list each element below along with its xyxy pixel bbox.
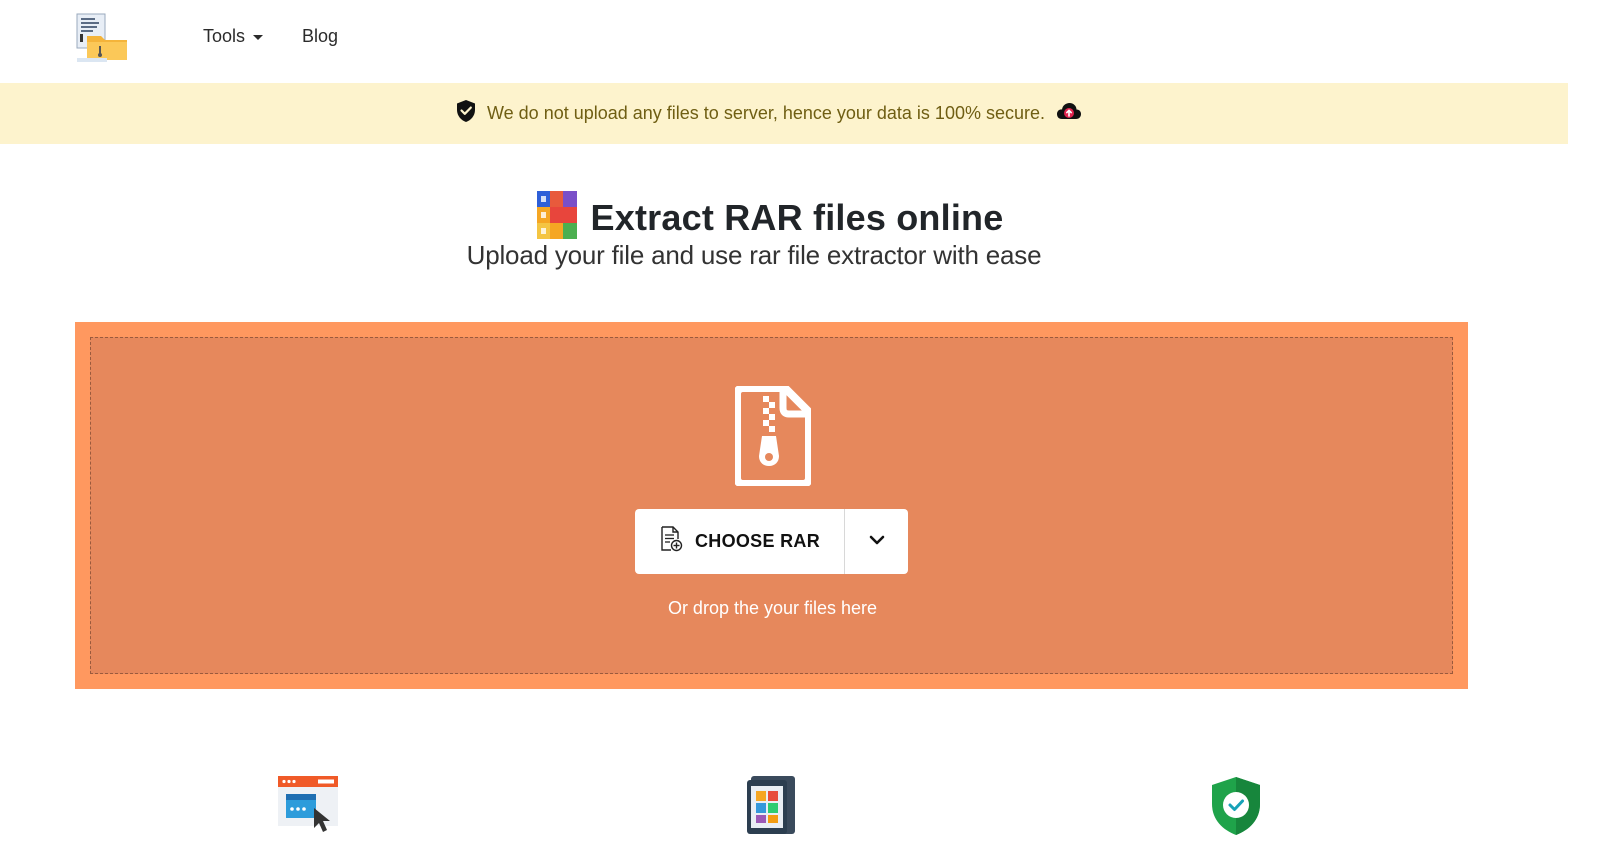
- choose-file-button-group: CHOOSE RAR: [635, 509, 908, 574]
- blog-link[interactable]: Blog: [302, 26, 338, 47]
- navbar: Tools Blog: [0, 0, 1568, 83]
- browser-click-icon: [278, 776, 340, 841]
- shield-icon: [455, 99, 477, 128]
- rar-archive-icon: [535, 190, 579, 245]
- dropzone-area[interactable]: CHOOSE RAR Or drop the your files here: [90, 337, 1453, 674]
- choose-rar-button[interactable]: CHOOSE RAR: [635, 509, 845, 574]
- scrollbar[interactable]: [1568, 0, 1605, 863]
- upload-source-dropdown-button[interactable]: [845, 509, 908, 574]
- hero-title-row: Extract RAR files online: [0, 190, 1568, 245]
- page-subtitle: Upload your file and use rar file extrac…: [466, 240, 1042, 270]
- page-title: Extract RAR files online: [590, 196, 1004, 238]
- dropzone[interactable]: CHOOSE RAR Or drop the your files here: [75, 322, 1468, 689]
- add-file-icon: [659, 526, 683, 557]
- drop-hint: Or drop the your files here: [667, 598, 878, 618]
- caret-down-icon: [253, 35, 264, 40]
- tools-dropdown[interactable]: Tools: [203, 26, 264, 47]
- zip-file-icon: [733, 384, 813, 488]
- cloud-no-upload-icon: [1055, 100, 1083, 127]
- archive-folder-logo-icon[interactable]: [75, 12, 129, 64]
- chevron-down-icon: [869, 533, 885, 551]
- tools-label: Tools: [203, 26, 246, 46]
- choose-rar-label: CHOOSE RAR: [694, 531, 820, 551]
- security-shield-check-icon: [1210, 776, 1262, 841]
- security-banner: We do not upload any files to server, he…: [0, 83, 1568, 144]
- mobile-apps-icon: [747, 776, 797, 841]
- banner-text: We do not upload any files to server, he…: [487, 103, 1045, 123]
